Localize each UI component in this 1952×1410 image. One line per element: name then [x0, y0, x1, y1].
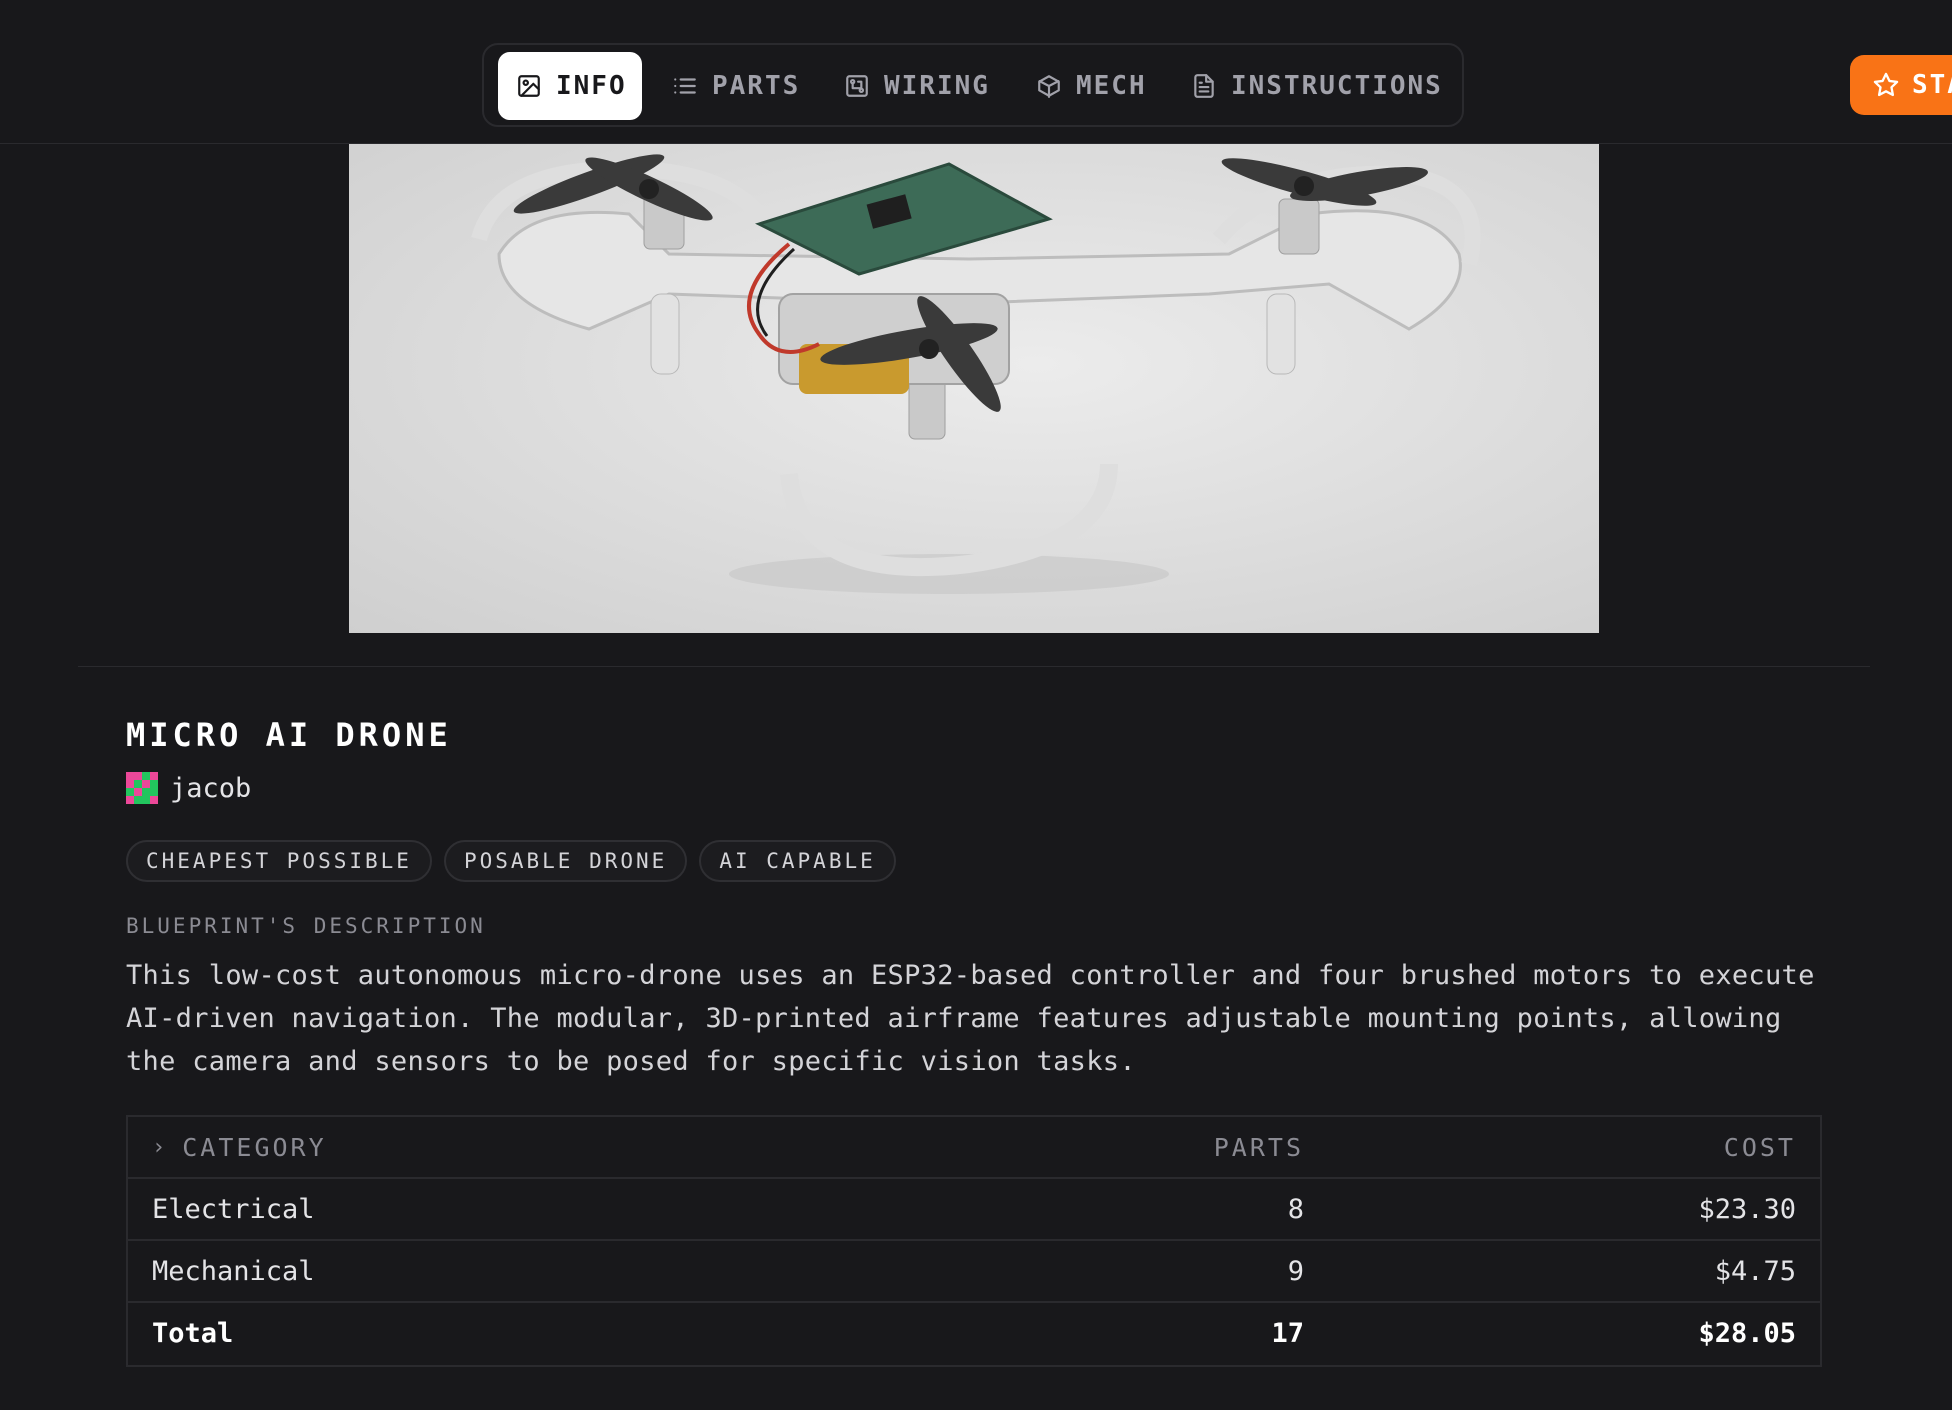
total-cost: $28.05 [1698, 1317, 1796, 1349]
row-cost: $23.30 [1698, 1193, 1796, 1225]
tab-info[interactable]: INFO [498, 52, 642, 120]
drone-illustration [471, 154, 1481, 594]
tag[interactable]: POSABLE DRONE [443, 840, 688, 882]
parts-header: PARTS [1213, 1132, 1304, 1162]
total-parts: 17 [1271, 1317, 1304, 1349]
author-name[interactable]: jacob [170, 773, 251, 804]
tab-wiring-label: WIRING [884, 71, 990, 101]
row-category: Electrical [152, 1193, 315, 1225]
top-strip [0, 0, 1952, 29]
tag[interactable]: AI CAPABLE [699, 840, 896, 882]
tag[interactable]: CHEAPEST POSSIBLE [126, 840, 432, 882]
tab-info-label: INFO [556, 71, 627, 101]
category-header[interactable]: › CATEGORY [152, 1117, 327, 1177]
project-title: MICRO AI DRONE [126, 716, 452, 754]
tab-parts[interactable]: PARTS [672, 52, 800, 120]
tab-wiring[interactable]: WIRING [844, 52, 990, 120]
row-parts: 9 [1287, 1255, 1304, 1287]
document-icon [1194, 74, 1214, 98]
cost-table: › CATEGORY PARTS COST Electrical 8 $23.3… [126, 1115, 1822, 1367]
star-button-label: STA [1912, 70, 1952, 100]
project-image [349, 144, 1599, 633]
row-cost: $4.75 [1714, 1255, 1796, 1287]
table-row: Electrical 8 $23.30 [128, 1179, 1820, 1241]
tab-parts-label: PARTS [712, 71, 801, 101]
description-text: This low-cost autonomous micro-drone use… [126, 960, 1815, 1077]
cube-icon [1038, 75, 1060, 98]
total-label: Total [152, 1317, 234, 1349]
chevron-right-icon: › [152, 1134, 169, 1160]
row-parts: 8 [1287, 1193, 1304, 1225]
category-header-label: CATEGORY [182, 1132, 327, 1162]
tab-bar: INFO PARTS WIRING MECH INSTRUCTIONS [482, 43, 1464, 127]
author[interactable]: jacob [126, 772, 251, 804]
section-divider [78, 666, 1870, 667]
avatar [126, 772, 158, 804]
tab-instructions[interactable]: INSTRUCTIONS [1191, 52, 1443, 120]
table-total-row: Total 17 $28.05 [128, 1303, 1820, 1365]
list-icon [674, 78, 696, 94]
star-icon [1873, 72, 1899, 97]
table-row: Mechanical 9 $4.75 [128, 1241, 1820, 1303]
tab-mech[interactable]: MECH [1036, 52, 1147, 120]
tab-mech-label: MECH [1076, 71, 1147, 101]
tab-instructions-label: INSTRUCTIONS [1231, 71, 1443, 101]
circuit-icon [846, 75, 868, 97]
header: INFO PARTS WIRING MECH INSTRUCTIONS STA [0, 28, 1952, 144]
description-label: BLUEPRINT'S DESCRIPTION [126, 914, 486, 938]
row-category: Mechanical [152, 1255, 315, 1287]
cost-header: COST [1723, 1132, 1796, 1162]
page: INFO PARTS WIRING MECH INSTRUCTIONS STA [0, 0, 1952, 1410]
star-button[interactable]: STA [1850, 55, 1952, 115]
tag-list: CHEAPEST POSSIBLE POSABLE DRONE AI CAPAB… [126, 840, 896, 882]
table-header[interactable]: › CATEGORY PARTS COST [128, 1117, 1820, 1179]
image-icon [518, 75, 540, 97]
